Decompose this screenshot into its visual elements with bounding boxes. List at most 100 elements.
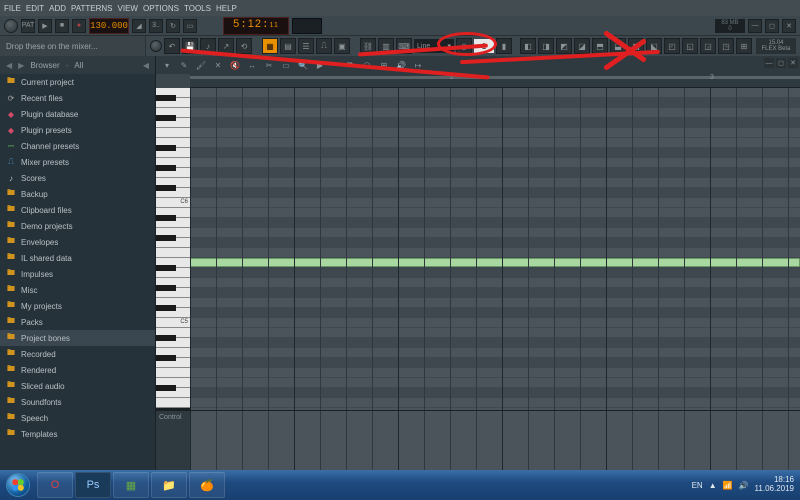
browser-scope[interactable]: All — [74, 61, 83, 70]
maximize-button[interactable]: ◻ — [765, 19, 779, 33]
master-pitch-knob[interactable] — [150, 40, 162, 52]
pr-select-tool[interactable]: ▭ — [279, 58, 293, 72]
browser-item[interactable]: ♪Scores — [0, 170, 155, 186]
render-button[interactable]: ♪ — [200, 38, 216, 54]
tool-2[interactable]: ◨ — [538, 38, 554, 54]
snap-selector[interactable]: Line▾ — [414, 39, 454, 53]
save-button[interactable]: 💾 — [182, 38, 198, 54]
browser-item[interactable]: 🖿Envelopes — [0, 234, 155, 250]
pr-play-tool[interactable]: ▶ — [313, 58, 327, 72]
pr-volume-icon[interactable]: 🔊 — [394, 58, 408, 72]
browser-item[interactable]: 🖿Speech — [0, 410, 155, 426]
pr-arrow-icon[interactable]: ↦ — [411, 58, 425, 72]
view-mixer-button[interactable]: ⎍ — [316, 38, 332, 54]
tool-3[interactable]: ◩ — [556, 38, 572, 54]
browser-item[interactable]: 🖿Project bones — [0, 330, 155, 346]
browser-item[interactable]: 🖿My projects — [0, 298, 155, 314]
tool-10[interactable]: ◱ — [682, 38, 698, 54]
pr-slip-tool[interactable]: ↔ — [245, 58, 259, 72]
step-mode-button[interactable]: ▭ — [183, 19, 197, 33]
midi-note[interactable] — [190, 258, 800, 267]
tool-8[interactable]: ⬕ — [646, 38, 662, 54]
pr-slice-tool[interactable]: ✂ — [262, 58, 276, 72]
browser-item[interactable]: ◆Plugin database — [0, 106, 155, 122]
tray-flag-icon[interactable]: ▲ — [709, 481, 717, 490]
view-channelrack-button[interactable]: ☰ — [298, 38, 314, 54]
flex-badge[interactable]: 15.04FLEX Beta — [756, 38, 796, 54]
pr-menu-button[interactable]: ▾ — [160, 58, 174, 72]
pr-snap-button[interactable]: ⧉ — [343, 58, 357, 72]
browser-item[interactable]: 🖿Clipboard files — [0, 202, 155, 218]
metronome-button[interactable]: ◢ — [132, 19, 146, 33]
pr-qtz-button[interactable]: ⊞ — [377, 58, 391, 72]
menu-options[interactable]: OPTIONS — [143, 4, 179, 13]
pr-paint-tool[interactable]: 🖌 — [194, 58, 208, 72]
browser-item[interactable]: ◆Plugin presets — [0, 122, 155, 138]
tray-network-icon[interactable]: 📶 — [723, 481, 733, 490]
browser-item[interactable]: 🖿Misc — [0, 282, 155, 298]
midi-button[interactable]: ▥ — [378, 38, 394, 54]
menu-patterns[interactable]: PATTERNS — [71, 4, 112, 13]
pr-stamp-button[interactable]: ⬡ — [360, 58, 374, 72]
menu-tools[interactable]: TOOLS — [184, 4, 211, 13]
tool-9[interactable]: ◰ — [664, 38, 680, 54]
taskbar-explorer-icon[interactable]: 📁 — [151, 472, 187, 498]
time-display[interactable]: 5:12:11 — [223, 17, 289, 35]
menu-edit[interactable]: EDIT — [26, 4, 44, 13]
taskbar-minecraft-icon[interactable]: ▦ — [113, 472, 149, 498]
tool-13[interactable]: ⊞ — [736, 38, 752, 54]
view-playlist-button[interactable]: ▦ — [262, 38, 278, 54]
pattern-number[interactable]: 1 — [474, 39, 494, 53]
browser-item[interactable]: 🖿Demo projects — [0, 218, 155, 234]
pianoroll-ruler[interactable]: 2 3 — [190, 74, 800, 88]
tool-12[interactable]: ◳ — [718, 38, 734, 54]
browser-item[interactable]: 🖿Soundfonts — [0, 394, 155, 410]
control-label[interactable]: Control — [156, 411, 190, 470]
export-button[interactable]: ↗ — [218, 38, 234, 54]
view-pianoroll-button[interactable]: ▤ — [280, 38, 296, 54]
browser-item[interactable]: ⎓Channel presets — [0, 138, 155, 154]
close-button[interactable]: ✕ — [782, 19, 796, 33]
cpu-meter[interactable]: 83 MB0 — [715, 19, 745, 33]
link-button[interactable]: ⛓ — [360, 38, 376, 54]
browser-item[interactable]: 🖿Recorded — [0, 346, 155, 362]
browser-item[interactable]: 🖿Backup — [0, 186, 155, 202]
pianoroll-control-lane[interactable]: Control — [156, 410, 800, 470]
tempo-display[interactable]: 130.000 — [89, 18, 129, 34]
pianoroll-grid[interactable]: C6C5 — [156, 88, 800, 410]
taskbar-opera-icon[interactable]: O — [37, 472, 73, 498]
tool-6[interactable]: ⬓ — [610, 38, 626, 54]
tray-clock[interactable]: 18:16 11.06.2019 — [755, 476, 794, 494]
tool-1[interactable]: ◧ — [520, 38, 536, 54]
pat-song-toggle[interactable]: PAT — [21, 19, 35, 33]
tool-11[interactable]: ◲ — [700, 38, 716, 54]
tool-5[interactable]: ⬒ — [592, 38, 608, 54]
browser-item[interactable]: 🖿Impulses — [0, 266, 155, 282]
pr-draw-tool[interactable]: ✎ — [177, 58, 191, 72]
taskbar-photoshop-icon[interactable]: Ps — [75, 472, 111, 498]
tool-4[interactable]: ◪ — [574, 38, 590, 54]
play-button[interactable]: ▶ — [38, 19, 52, 33]
browser-back-button[interactable]: ◀ — [6, 61, 12, 70]
menu-view[interactable]: VIEW — [118, 4, 138, 13]
piano-keys[interactable]: C6C5 — [156, 88, 190, 410]
typing-kbd-button[interactable]: ⌨ — [396, 38, 412, 54]
tool-7[interactable]: ⬔ — [628, 38, 644, 54]
browser-item[interactable]: ⎍Mixer presets — [0, 154, 155, 170]
browser-item[interactable]: 🖿Rendered — [0, 362, 155, 378]
browser-item[interactable]: ⟳Recent files — [0, 90, 155, 106]
undo-button[interactable]: ↶ — [164, 38, 180, 54]
pr-minimize-button[interactable]: — — [764, 58, 774, 68]
pr-zoom-tool[interactable]: 🔍 — [296, 58, 310, 72]
stop-button[interactable]: ■ — [55, 19, 69, 33]
browser-item[interactable]: 🖿Current project — [0, 74, 155, 90]
tray-lang[interactable]: EN — [692, 481, 703, 490]
record-button[interactable]: ● — [72, 19, 86, 33]
pr-close-button[interactable]: ✕ — [788, 58, 798, 68]
countdown-button[interactable]: 3.. — [149, 19, 163, 33]
browser-item[interactable]: 🖿Packs — [0, 314, 155, 330]
view-browser-button[interactable]: ▣ — [334, 38, 350, 54]
browser-fwd-button[interactable]: ▶ — [18, 61, 24, 70]
pattern-prev-button[interactable]: ▯ — [456, 38, 472, 54]
loop-button[interactable]: ↻ — [166, 19, 180, 33]
